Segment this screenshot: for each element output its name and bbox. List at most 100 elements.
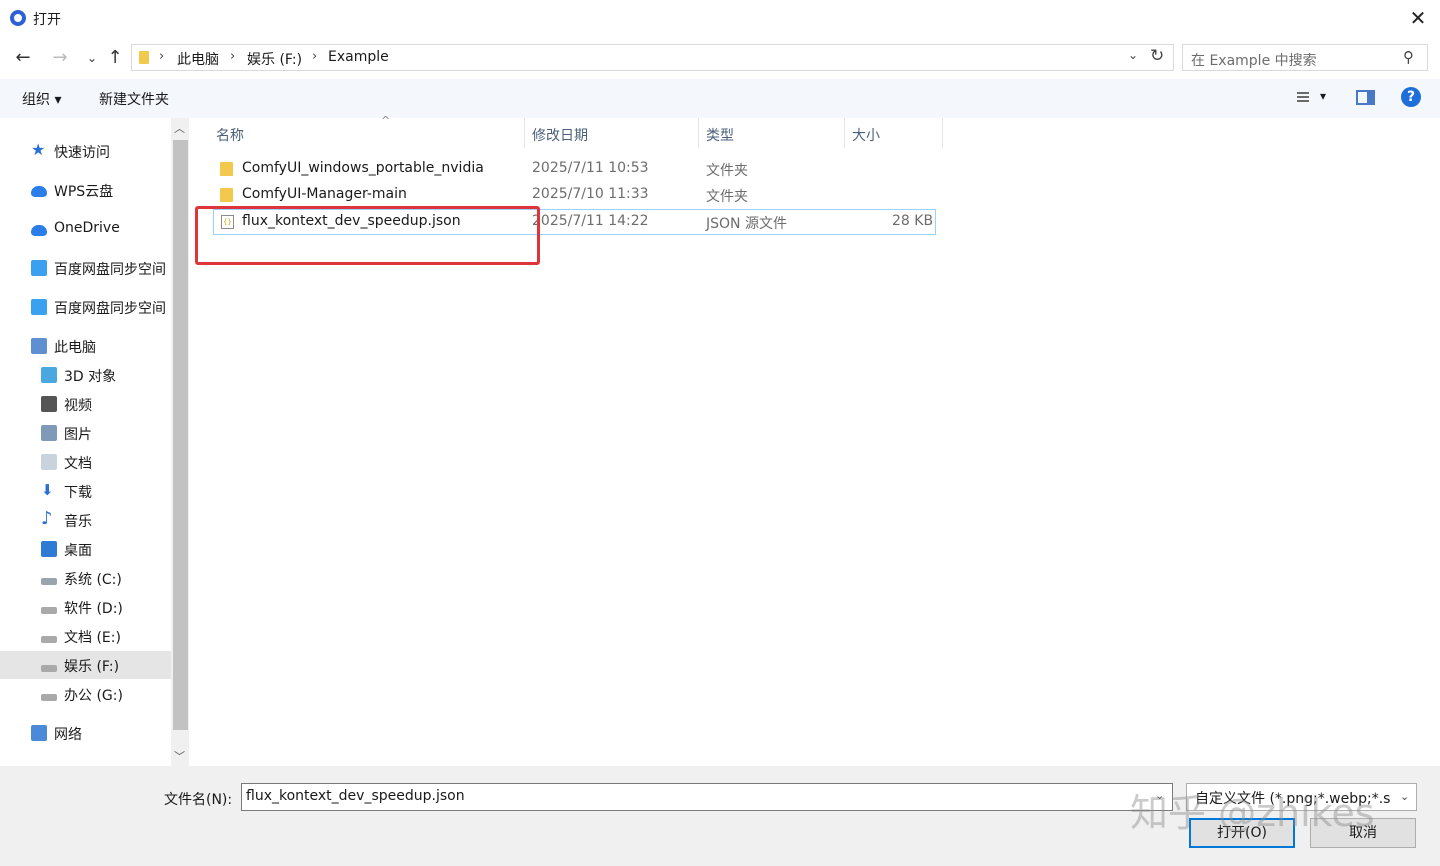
folder-icon: [220, 162, 233, 176]
film-icon: [41, 396, 57, 412]
chevron-right-icon[interactable]: ›: [312, 49, 317, 64]
drive-icon: [41, 665, 57, 672]
sidebar-item[interactable]: 文档: [0, 448, 171, 476]
sidebar-item[interactable]: 软件 (D:): [0, 593, 171, 621]
sidebar-item-label: 网络: [54, 727, 82, 743]
sidebar-item-label: 快速访问: [54, 145, 110, 161]
view-dropdown-icon[interactable]: ▾: [1320, 89, 1326, 103]
sidebar-item[interactable]: 娱乐 (F:): [0, 651, 171, 679]
column-size-label: 大小: [852, 128, 880, 144]
navigation-pane: ★ 快速访问 WPS云盘 OneDrive 百度网盘同步空间 百度网盘同步空间此电脑 3D …: [0, 118, 171, 766]
scrollbar-thumb[interactable]: [173, 140, 188, 730]
back-arrow-icon[interactable]: ←: [11, 46, 35, 70]
title-bar: 打开 ✕: [0, 0, 1440, 38]
address-bar[interactable]: › 此电脑 › 娱乐 (F:) › Example ⌄ ↻: [131, 44, 1174, 71]
chevron-right-icon[interactable]: ›: [230, 49, 235, 64]
scroll-down-icon[interactable]: ﹀: [174, 748, 185, 764]
chevron-right-icon: ›: [159, 49, 165, 64]
file-name: ComfyUI-Manager-main: [242, 186, 407, 202]
refresh-icon[interactable]: ↻: [1150, 46, 1164, 66]
filename-input[interactable]: flux_kontext_dev_speedup.json ⌄: [241, 783, 1173, 811]
sidebar-item-label: 办公 (G:): [64, 688, 123, 704]
drive-icon: [41, 694, 57, 701]
app-icon: [10, 10, 26, 26]
recent-locations-chevron-icon[interactable]: ⌄: [80, 46, 104, 70]
file-type: JSON 源文件: [706, 216, 787, 232]
cloud-icon: [31, 225, 47, 236]
scroll-up-icon[interactable]: ︿: [174, 120, 185, 136]
close-button[interactable]: ✕: [1396, 0, 1440, 38]
forward-arrow-icon[interactable]: →: [48, 46, 72, 70]
sidebar-item-label: 系统 (C:): [64, 572, 122, 588]
organize-menu-button[interactable]: 组织 ▾: [22, 89, 61, 109]
file-date: 2025/7/10 11:33: [532, 186, 649, 202]
window-title: 打开: [33, 12, 61, 28]
computer-icon: [31, 338, 47, 354]
picture-icon: [41, 425, 57, 441]
sidebar-item[interactable]: 图片: [0, 419, 171, 447]
filter-dropdown-chevron-icon[interactable]: ⌄: [1400, 790, 1409, 803]
network-icon: [31, 725, 47, 741]
watermark-text: 知乎 @zhikes: [1130, 791, 1375, 835]
column-header-date[interactable]: 修改日期: [525, 118, 699, 148]
address-dropdown-chevron-icon[interactable]: ⌄: [1128, 48, 1138, 62]
sidebar-item[interactable]: ★ 快速访问: [0, 137, 171, 165]
column-header-size[interactable]: 大小: [845, 118, 943, 148]
file-type: 文件夹: [706, 189, 748, 205]
new-folder-button[interactable]: 新建文件夹: [99, 89, 169, 109]
sidebar-item[interactable]: WPS云盘: [0, 176, 171, 204]
folder-icon: [220, 188, 233, 202]
breadcrumb-drive-f[interactable]: 娱乐 (F:): [247, 49, 302, 69]
column-name-label: 名称: [216, 128, 244, 144]
file-name: ComfyUI_windows_portable_nvidia: [242, 160, 484, 176]
sidebar-item[interactable]: 办公 (G:): [0, 680, 171, 708]
help-icon[interactable]: ?: [1401, 87, 1421, 107]
preview-pane-icon[interactable]: [1356, 90, 1375, 105]
search-input[interactable]: 在 Example 中搜索 ⚲: [1182, 44, 1428, 71]
baidu-netdisk-icon: [31, 299, 47, 315]
breadcrumb-example[interactable]: Example: [328, 49, 389, 65]
sidebar-item-label: 娱乐 (F:): [64, 659, 120, 675]
baidu-netdisk-icon: [31, 260, 47, 276]
dialog-footer: 文件名(N): flux_kontext_dev_speedup.json ⌄ …: [0, 766, 1440, 866]
sidebar-item-label: 3D 对象: [64, 369, 117, 385]
sidebar-item-label: 百度网盘同步空间: [54, 262, 166, 278]
column-header-name[interactable]: 名称 ^: [209, 114, 525, 148]
sidebar-item[interactable]: OneDrive: [0, 215, 171, 243]
sidebar-item-label: 桌面: [64, 543, 92, 559]
column-header-type[interactable]: 类型: [699, 118, 845, 148]
file-date: 2025/7/11 10:53: [532, 160, 649, 176]
sidebar-item[interactable]: 此电脑: [0, 332, 171, 360]
sidebar-item-label: 音乐: [64, 514, 92, 530]
command-toolbar: 组织 ▾ 新建文件夹 ▾ ?: [0, 79, 1440, 118]
sidebar-item[interactable]: 百度网盘同步空间: [0, 254, 171, 282]
file-row[interactable]: ComfyUI_windows_portable_nvidia 2025/7/1…: [213, 157, 936, 183]
search-icon[interactable]: ⚲: [1403, 48, 1414, 66]
sidebar-item-label: WPS云盘: [54, 184, 114, 200]
sidebar-item[interactable]: 系统 (C:): [0, 564, 171, 592]
file-type: 文件夹: [706, 163, 748, 179]
sidebar-item[interactable]: 百度网盘同步空间: [0, 293, 171, 321]
up-arrow-icon[interactable]: ↑: [103, 46, 127, 70]
drive-icon: [41, 607, 57, 614]
sidebar-item[interactable]: ♪ 音乐: [0, 506, 171, 534]
sidebar-item[interactable]: 桌面: [0, 535, 171, 563]
cube-icon: [41, 367, 57, 383]
sidebar-item[interactable]: 网络: [0, 719, 171, 747]
sidebar-item[interactable]: 视频: [0, 390, 171, 418]
sidebar-scrollbar[interactable]: ︿ ﹀: [171, 118, 189, 766]
sidebar-item-label: OneDrive: [54, 220, 120, 236]
sidebar-item-label: 文档: [64, 456, 92, 472]
search-placeholder: 在 Example 中搜索: [1191, 53, 1317, 69]
sidebar-item-label: 图片: [64, 427, 92, 443]
sidebar-item[interactable]: 3D 对象: [0, 361, 171, 389]
sidebar-item-label: 百度网盘同步空间: [54, 301, 166, 317]
breadcrumb-this-pc[interactable]: 此电脑: [177, 49, 219, 69]
sort-ascending-icon: ^: [381, 114, 391, 127]
folder-icon: [139, 51, 149, 64]
view-options-icon[interactable]: [1291, 90, 1309, 106]
sidebar-item[interactable]: ⬇ 下载: [0, 477, 171, 505]
filename-value: flux_kontext_dev_speedup.json: [246, 788, 465, 804]
sidebar-item[interactable]: 文档 (E:): [0, 622, 171, 650]
music-note-icon: ♪: [41, 508, 53, 529]
